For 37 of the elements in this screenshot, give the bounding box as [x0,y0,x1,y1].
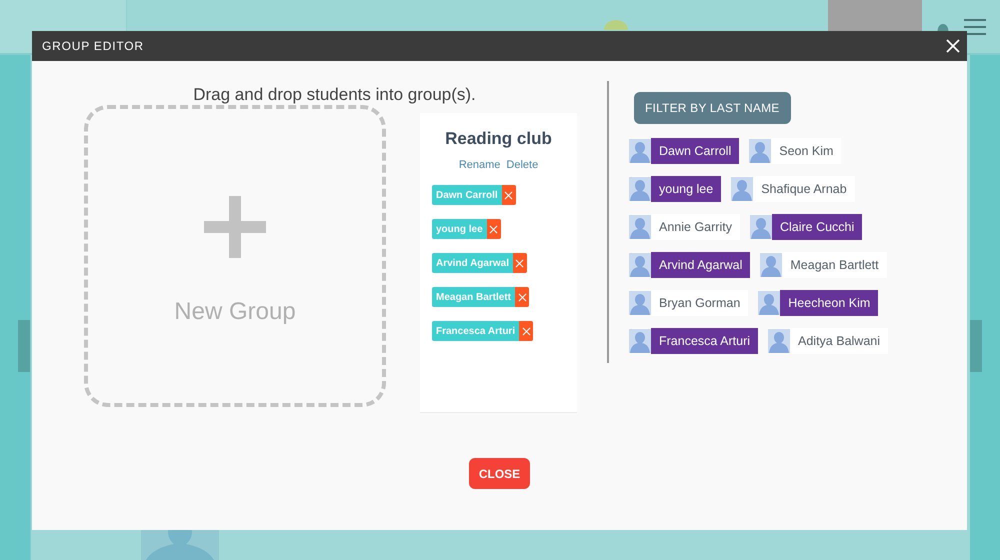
student-chip[interactable]: Bryan Gorman [629,290,748,316]
student-chip[interactable]: Shafique Arnab [731,176,855,202]
close-button[interactable]: CLOSE [468,458,530,489]
group-name: Reading club [445,129,552,149]
member-name: Dawn Carroll [432,185,502,205]
student-chip[interactable]: Annie Garrity [629,214,740,240]
student-chip[interactable]: Aditya Balwani [768,328,888,354]
student-name: Shafique Arnab [760,181,848,198]
student-chip[interactable]: Dawn Carroll [629,138,740,164]
student-name: young lee [651,176,722,202]
student-chip[interactable]: Arvind Agarwal [629,252,750,278]
member-name: Arvind Agarwal [432,253,513,273]
student-name: Arvind Agarwal [651,252,750,278]
new-group-label: New Group [174,298,296,326]
student-name: Bryan Gorman [658,295,742,312]
student-name: Claire Cucchi [772,214,862,240]
student-name: Francesca Arturi [651,328,758,354]
dialog-title: GROUP EDITOR [42,39,144,53]
filter-button[interactable]: FILTER BY LAST NAME [634,92,791,124]
student-chip[interactable]: young lee [629,176,722,202]
student-chip[interactable]: Meagan Bartlett [760,252,887,278]
student-chip[interactable]: Seon Kim [749,138,842,164]
student-name: Aditya Balwani [797,333,882,350]
student-chip[interactable]: Francesca Arturi [629,328,758,354]
student-chip[interactable]: Claire Cucchi [750,214,862,240]
student-name: Heecheon Kim [780,290,878,316]
member-name: Francesca Arturi [432,321,520,341]
group-action-link[interactable]: Rename [458,159,500,171]
member-name: Meagan Bartlett [432,287,516,307]
student-name: Dawn Carroll [651,138,740,164]
student-chip[interactable]: Heecheon Kim [758,290,878,316]
instructions-text: Drag and drop students into group(s). [193,85,476,105]
student-name: Seon Kim [778,143,834,160]
member-name: young lee [432,219,487,239]
group-action-link[interactable]: Delete [506,159,538,171]
student-name: Annie Garrity [658,219,733,236]
student-name: Meagan Bartlett [789,257,880,274]
